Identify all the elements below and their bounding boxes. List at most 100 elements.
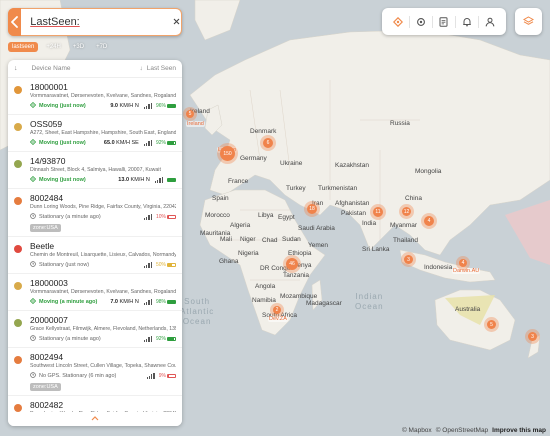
device-row[interactable]: Beetle Chemin de Montreuil, Lisarquette, … [8,237,182,274]
marker-tag: Dev.ZA [268,316,288,322]
expand-list-button[interactable] [8,412,182,426]
device-row[interactable]: 8002484 Dunn Loring Woods, Pine Ridge, Fa… [8,189,182,237]
device-speed: 9.0 KM/H N [110,103,139,109]
map-label-niger: Niger [240,236,256,243]
mapbox-attribution[interactable]: © Mapbox [402,427,432,434]
map-cluster[interactable]: 46 [286,258,298,270]
device-speed: 65.0 KM/H SE [103,140,139,146]
back-button[interactable] [8,8,22,36]
device-status-row: No GPS. Stationary (6 min ago) 9% [30,372,176,380]
signal-icon [143,299,152,305]
map-label-germany: Germany [240,155,267,162]
device-row[interactable]: 8002494 Southwest Lincoln Street, Cullen … [8,348,182,396]
device-status-row: Stationary (just now) 50% [30,261,176,269]
map-cluster[interactable]: 11 [373,207,383,217]
reports-button[interactable] [431,13,453,31]
device-row[interactable]: 18000001 Vormmaravatnet, Dørsenevoten, Kv… [8,78,182,115]
map-cluster[interactable]: 3 [404,255,413,264]
battery-icon [167,336,176,342]
device-address: Vormmaravatnet, Dørsenevoten, Kvelvane, … [30,93,176,99]
map-label-ghana: Ghana [219,258,239,265]
account-button[interactable] [478,13,499,31]
device-row[interactable]: 14/93870 Dinnash Street, Block 4, Salmiya… [8,152,182,189]
device-address: A272, Sheet, East Hampshire, Hampshire, … [30,130,176,136]
battery-icon [167,299,176,305]
device-name: 20000007 [30,315,68,325]
battery-indicator [167,177,176,183]
map-label-mongolia: Mongolia [415,168,442,175]
device-list-header: ↓ Device Name ↓ Last Seen [8,60,182,78]
device-status-text: Stationary (just now) [39,262,90,268]
filter-chip-24h[interactable]: +24H [42,42,65,52]
map-cluster[interactable]: 5 [186,110,194,118]
map-label-mali: Mali [220,236,232,243]
notifications-button[interactable] [455,13,476,31]
column-last-seen[interactable]: ↓ Last Seen [139,65,176,72]
settings-button[interactable] [408,13,430,31]
moving-icon [29,101,37,110]
battery-indicator: 98% [156,299,176,305]
map-cluster[interactable]: 3 [528,332,537,341]
map-label-turkmenistan: Turkmenistan [318,185,358,192]
device-list-panel: ↓ Device Name ↓ Last Seen 18000001 Vormma… [8,60,182,426]
map-cluster[interactable]: 12 [402,207,411,216]
device-status-dot [14,160,22,168]
signal-icon [143,103,152,109]
moving-icon [29,297,37,306]
battery-level: 10% [155,214,166,220]
map-label-ukraine: Ukraine [280,160,303,167]
battery-level: 50% [155,262,166,268]
map-cluster[interactable]: 150 [220,146,235,161]
clock-icon [30,335,36,343]
filter-chip-lastseen[interactable]: lastseen [8,42,39,52]
map-label-india: India [362,220,377,227]
battery-icon [167,140,176,146]
device-name: OSS059 [30,119,63,129]
device-list: 18000001 Vormmaravatnet, Dørsenevoten, Kv… [8,78,182,426]
clear-search-button[interactable] [172,16,181,28]
map-label-south-atlantic: South Atlantic Ocean [180,297,215,326]
device-status-row: Moving (just now) 65.0 KM/H SE 92% [29,138,176,147]
device-status-dot [14,319,22,327]
map-cluster[interactable]: 4 [459,259,467,267]
filter-chip-3d[interactable]: +3D [69,42,88,52]
device-speed: 7.0 KM/H N [110,299,139,305]
device-status-row: Moving (just now) 13.0 KM/H N [29,175,176,184]
device-status-text: Moving (just now) [39,140,86,146]
device-name: 14/93870 [30,156,66,166]
signal-icon [143,140,152,146]
map-cluster[interactable]: 18 [307,204,317,214]
improve-map-link[interactable]: Improve this map [492,427,546,434]
device-row[interactable]: OSS059 A272, Sheet, East Hampshire, Hamps… [8,115,182,152]
battery-level: 9% [158,373,166,379]
device-status-text: Moving (a minute ago) [39,299,98,305]
sort-arrow-icon[interactable]: ↓ [14,65,18,72]
battery-icon [167,373,176,379]
filter-chip-7d[interactable]: +7D [92,42,111,52]
device-status: No GPS. Stationary (6 min ago) [30,372,147,380]
device-name: Beetle [30,241,55,251]
top-toolbar [382,8,506,35]
map-cluster[interactable]: 2 [273,306,281,314]
layers-button[interactable] [515,8,542,35]
osm-attribution[interactable]: © OpenStreetMap [436,427,488,434]
locate-button[interactable] [389,13,407,31]
device-status-row: Moving (just now) 9.0 KM/H N 96% [29,101,176,110]
map-label-pakistan: Pakistan [341,210,366,217]
device-address: Vormmaravatnet, Dørsenevoten, Kvelvane, … [30,289,176,295]
map-cluster[interactable]: 4 [424,216,434,226]
battery-icon [167,262,176,268]
battery-indicator: 92% [156,336,176,342]
device-row[interactable]: 18000003 Vormmaravatnet, Dørsenevoten, Kv… [8,274,182,311]
column-device-name[interactable]: Device Name [24,65,140,72]
map-label-libya: Libya [258,212,274,219]
signal-icon [143,262,152,268]
search-input[interactable] [21,9,173,35]
map-cluster[interactable]: 6 [263,138,273,148]
device-status-text: Stationary (a minute ago) [39,214,101,220]
map-attribution: © Mapbox © OpenStreetMap Improve this ma… [402,427,546,434]
device-row[interactable]: 20000007 Grace Kellystraat, Filmwijk, Alm… [8,311,182,348]
device-name: 8002494 [30,352,64,362]
map-label-indonesia: Indonesia [424,264,453,271]
map-cluster[interactable]: 5 [487,320,496,329]
